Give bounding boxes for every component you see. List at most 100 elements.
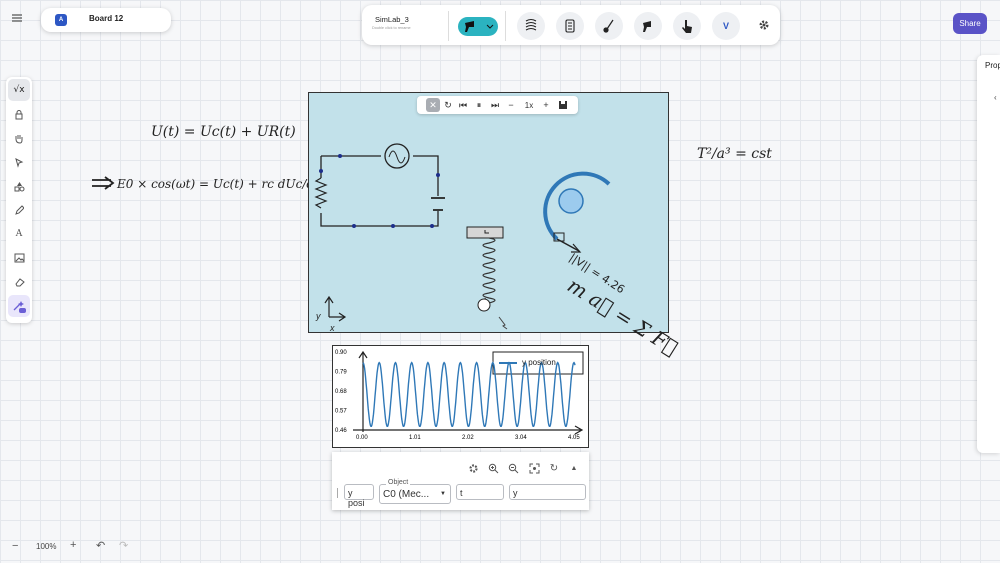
formula-u-equation[interactable]: U(t) = Uc(t) + UR(t) xyxy=(151,124,296,140)
hand-icon xyxy=(15,134,23,144)
eraser-tool-button[interactable] xyxy=(8,271,30,293)
simlab-subtitle: Double click to rename xyxy=(372,26,411,30)
zoom-out-icon[interactable] xyxy=(506,461,520,475)
chart-legend: y position xyxy=(522,358,556,367)
ai-tool-button[interactable] xyxy=(8,295,30,317)
speed-label[interactable]: 1x xyxy=(520,98,538,112)
close-icon[interactable]: ✕ xyxy=(426,98,440,112)
force-tool-button[interactable] xyxy=(634,12,662,40)
settings-icon[interactable] xyxy=(466,461,480,475)
tool-rail: √x A xyxy=(6,77,32,323)
lock-tool-button[interactable] xyxy=(8,103,30,125)
axis-x-label: x xyxy=(330,323,335,333)
properties-panel-label: Prop xyxy=(985,61,1000,70)
spring-icon xyxy=(525,18,537,31)
formula-e-equation[interactable]: E0 × cos(ωt) = Uc(t) + rc dUc/dt xyxy=(117,177,319,191)
zoom-in-icon[interactable] xyxy=(486,461,500,475)
pendulum-icon xyxy=(603,19,614,33)
step-forward-icon[interactable]: ⏭ xyxy=(488,98,502,112)
axis-gizmo xyxy=(324,295,347,322)
menu-icon[interactable] xyxy=(10,11,24,25)
board-logo-text: A xyxy=(58,17,64,23)
pause-icon[interactable]: ⏸ xyxy=(472,98,486,112)
chart-controls-panel: ↻ ▲ y posi Object C0 (Mec... ▼ t y xyxy=(332,452,589,510)
shapes-icon xyxy=(14,181,24,191)
board-title-card[interactable]: A Board 12 xyxy=(41,8,171,32)
lock-icon xyxy=(15,109,23,119)
object-select-value: C0 (Mec... xyxy=(383,489,430,500)
formula-kepler-text: T²/a³ = cst xyxy=(697,146,772,162)
playback-controls: ✕ ↻ ⏮ ⏸ ⏭ − 1x + xyxy=(417,96,578,114)
x-tick-label: 3.04 xyxy=(515,435,527,441)
toolbar-divider xyxy=(505,11,506,41)
redo-icon[interactable]: ↷ xyxy=(119,539,128,552)
hairdryer-icon xyxy=(643,21,651,32)
spring-tool-button[interactable] xyxy=(517,12,545,40)
pendulum-tool-button[interactable] xyxy=(595,12,623,40)
y-tick-label: 0.68 xyxy=(335,389,347,395)
share-button[interactable]: Share xyxy=(953,13,987,34)
undo-icon[interactable]: ↶ xyxy=(96,539,105,552)
board-logo-icon: A xyxy=(55,14,67,26)
y-tick-label: 0.90 xyxy=(335,350,347,356)
properties-panel: Prop ‹ xyxy=(977,55,1000,453)
zoom-level[interactable]: 100% xyxy=(36,542,56,551)
sqrt-icon: √x xyxy=(13,85,25,95)
math-tool-button[interactable]: √x xyxy=(8,79,30,101)
position-chart[interactable]: 0.00 1.01 2.02 3.04 4.05 0.46 0.57 0.68 0.79 0.90… xyxy=(332,345,589,448)
reset-icon[interactable]: ↻ xyxy=(441,98,455,112)
refresh-icon[interactable]: ↻ xyxy=(547,461,561,475)
collapse-icon[interactable]: ▲ xyxy=(567,461,581,475)
select-tool-button[interactable] xyxy=(8,151,30,173)
zoom-controls: − 100% + xyxy=(8,539,88,555)
pen-icon xyxy=(15,204,24,215)
pen-tool-button[interactable] xyxy=(8,199,30,221)
zoom-in-button[interactable]: + xyxy=(70,539,76,551)
circular-motion[interactable] xyxy=(543,171,611,253)
text-tool-button[interactable]: A xyxy=(8,223,30,245)
x-tick-label: 1.01 xyxy=(409,435,421,441)
skip-back-icon[interactable]: ⏮ xyxy=(456,98,470,112)
y-tick-label: 0.79 xyxy=(335,370,347,376)
object-select[interactable]: Object C0 (Mec... ▼ xyxy=(379,479,451,504)
x-expression-field[interactable]: t xyxy=(456,484,504,500)
battery-tool-button[interactable] xyxy=(556,12,584,40)
simlab-title[interactable]: SimLab_3 xyxy=(375,15,409,24)
tool-selector-button[interactable] xyxy=(458,17,498,36)
settings-icon[interactable] xyxy=(757,18,771,32)
fit-view-icon[interactable] xyxy=(527,461,541,475)
axis-y-label: y xyxy=(316,311,321,321)
shapes-tool-button[interactable] xyxy=(8,175,30,197)
spring-mass-system[interactable] xyxy=(466,226,508,330)
eraser-icon xyxy=(14,278,25,287)
rc-circuit[interactable] xyxy=(314,143,445,228)
hand-tool-button[interactable] xyxy=(8,127,30,149)
pointer-tool-button[interactable] xyxy=(673,12,701,40)
y-expression-field[interactable]: y xyxy=(509,484,586,500)
simlab-toolbar: SimLab_3 Double click to rename V xyxy=(362,5,780,45)
image-icon xyxy=(14,253,24,263)
faster-icon[interactable]: + xyxy=(539,98,553,112)
slower-icon[interactable]: − xyxy=(504,98,518,112)
formula-kepler[interactable]: T²/a³ = cst xyxy=(697,146,772,162)
collapse-chevron-icon[interactable]: ‹ xyxy=(994,93,997,102)
implies-arrow-icon xyxy=(91,176,117,195)
velocity-tool-button[interactable]: V xyxy=(712,12,740,40)
pointer-hand-icon xyxy=(682,20,692,33)
y-tick-label: 0.46 xyxy=(335,428,347,434)
series-name-field[interactable]: y posi xyxy=(344,484,374,508)
board-title[interactable]: Board 12 xyxy=(89,14,123,23)
velocity-label: V xyxy=(722,21,729,31)
chart-x-axis xyxy=(353,425,584,435)
drag-handle[interactable] xyxy=(337,488,338,498)
chevron-down-icon: ▼ xyxy=(440,491,446,497)
hairdryer-icon xyxy=(465,21,494,32)
zoom-out-button[interactable]: − xyxy=(12,540,18,552)
object-select-label: Object xyxy=(386,479,411,486)
series-line-y-position xyxy=(362,361,576,427)
save-icon[interactable] xyxy=(556,98,570,112)
cursor-icon xyxy=(15,157,24,168)
image-tool-button[interactable] xyxy=(8,247,30,269)
battery-icon xyxy=(565,19,575,33)
x-tick-label: 2.02 xyxy=(462,435,474,441)
